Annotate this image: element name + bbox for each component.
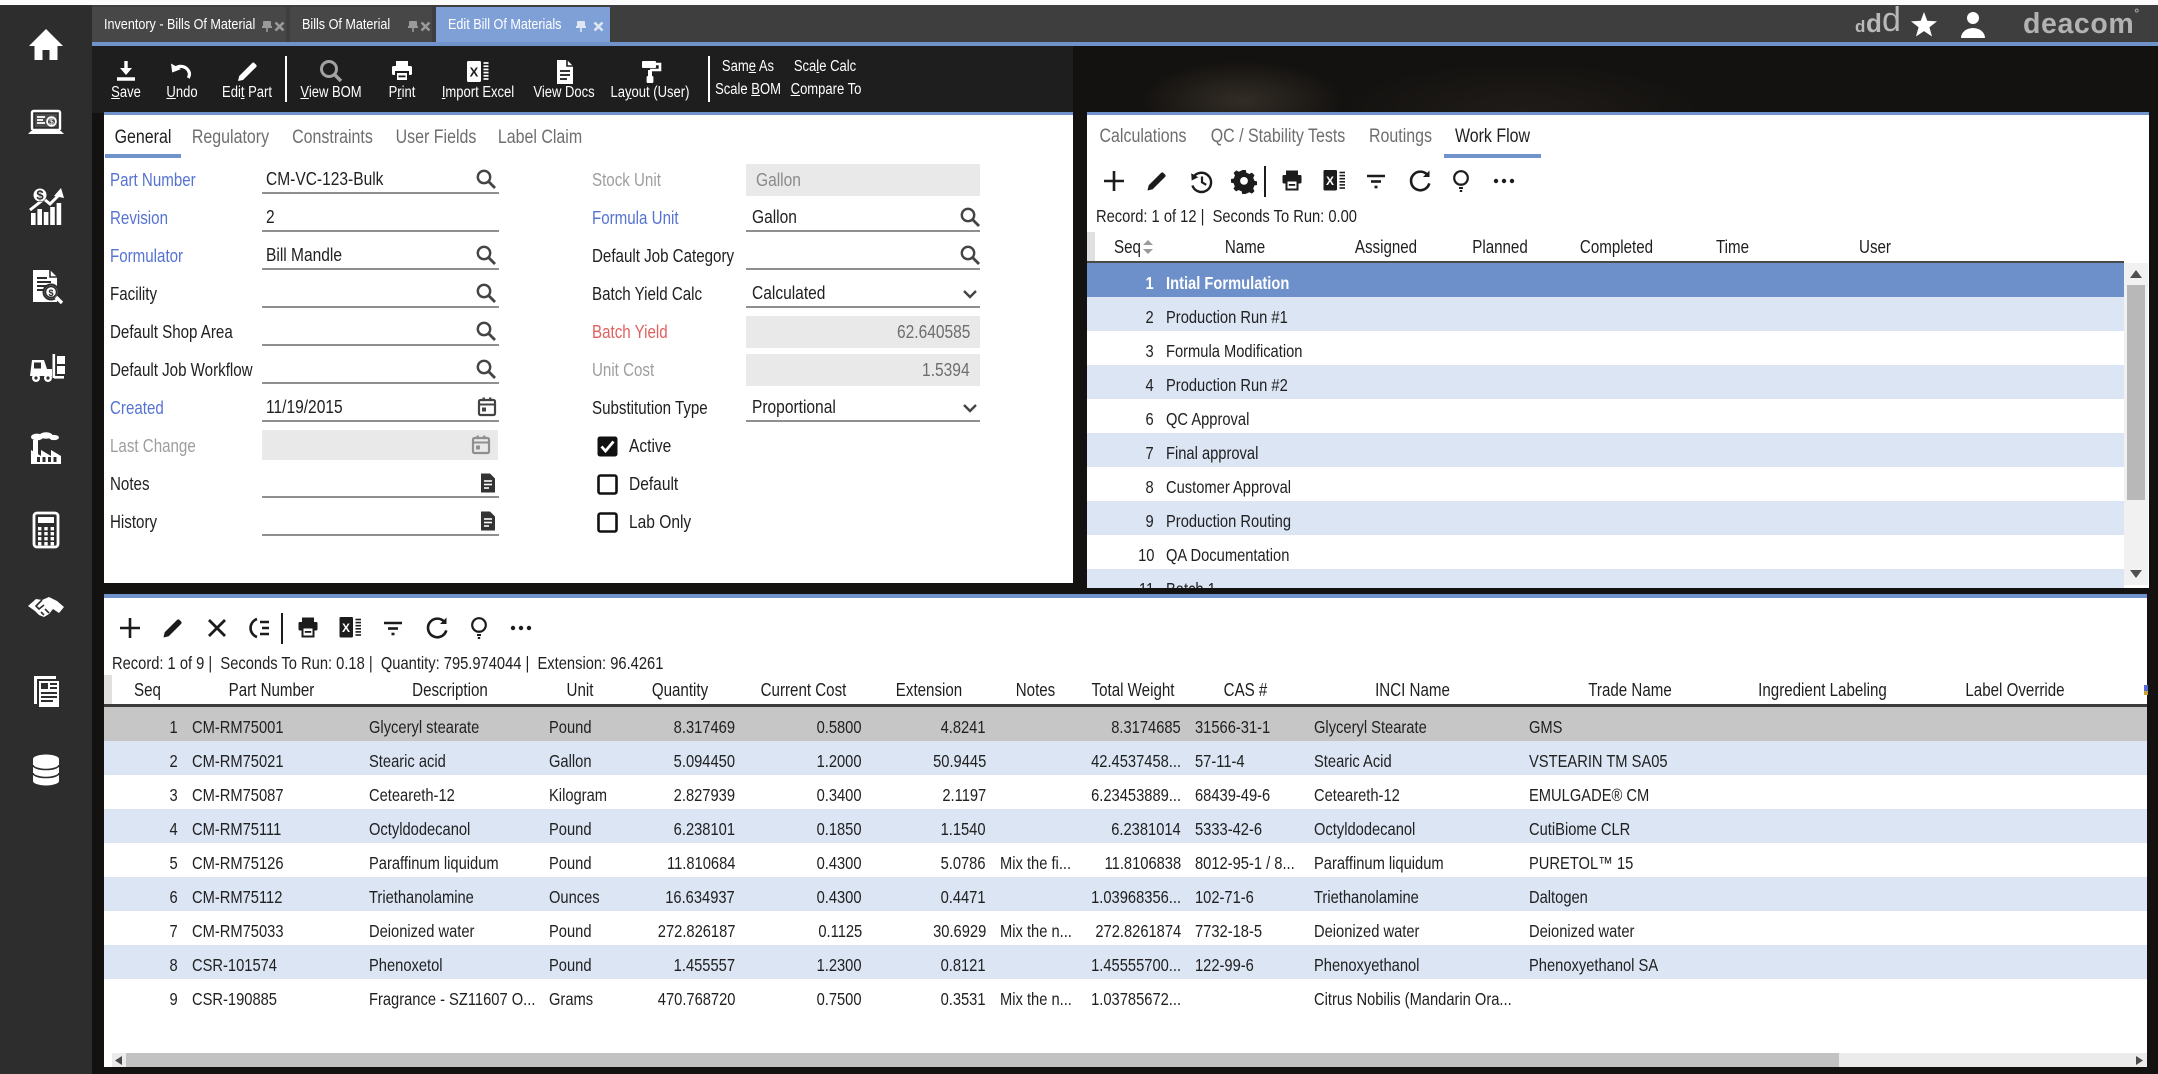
svg-text:$: $ — [36, 188, 44, 203]
svg-text:$: $ — [48, 288, 53, 298]
svg-text:$: $ — [49, 118, 54, 127]
svg-text:X: X — [342, 621, 350, 635]
svg-text:X: X — [470, 65, 479, 80]
svg-text:X: X — [1326, 174, 1334, 188]
